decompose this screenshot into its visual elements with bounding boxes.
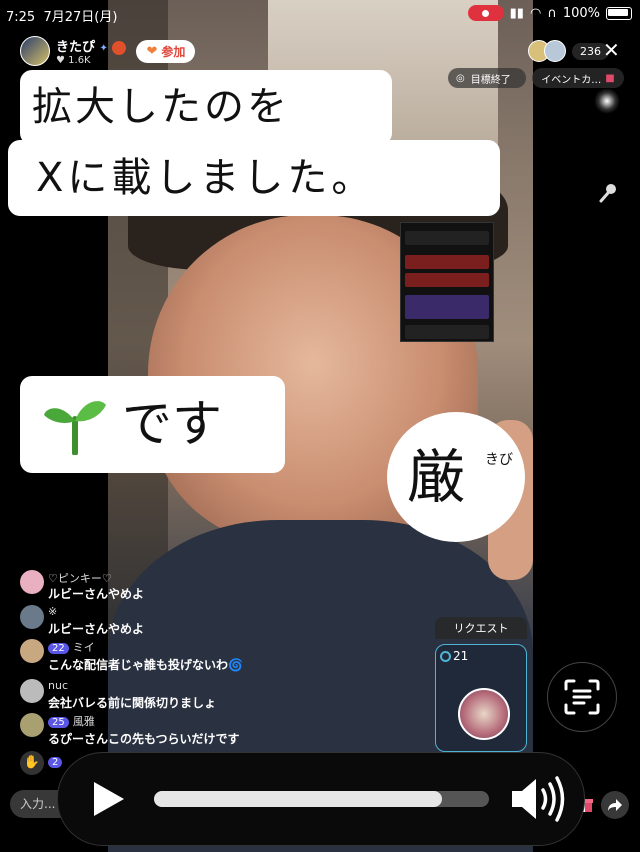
request-card[interactable]: 21: [435, 644, 527, 752]
join-label: 参加: [161, 44, 186, 59]
viewer-list[interactable]: 236: [528, 40, 609, 62]
request-label[interactable]: リクエスト: [435, 617, 527, 639]
recording-indicator: [467, 5, 504, 21]
chat-avatar[interactable]: [20, 713, 44, 737]
heart-icon: ♥: [56, 55, 65, 66]
event-label: イベントカ…: [541, 74, 602, 86]
chat-username: ミイ: [72, 641, 95, 654]
close-icon[interactable]: ✕: [603, 38, 620, 62]
streamer-avatar[interactable]: [20, 36, 50, 66]
share-button[interactable]: [601, 791, 629, 819]
chat-text: ルビーさんやめよ: [48, 622, 145, 636]
chat-avatar[interactable]: [20, 679, 44, 703]
streamer-name: きたぴ: [56, 40, 96, 55]
scan-icon: [564, 679, 600, 715]
overlay-text-line3: です: [20, 376, 285, 473]
play-icon[interactable]: [88, 779, 128, 819]
status-indicators: ▮▮ ◠ ∩ 100%: [467, 5, 632, 21]
share-icon: [608, 799, 622, 811]
status-time: 7:25: [6, 10, 36, 25]
scan-button[interactable]: [547, 662, 617, 732]
chat-avatar[interactable]: [20, 639, 44, 663]
volume-icon[interactable]: [510, 773, 568, 825]
mini-row: [405, 231, 489, 245]
media-player: [57, 752, 585, 846]
wifi-icon: ◠: [529, 5, 542, 21]
mini-row: [405, 255, 489, 269]
overlay-text-desu: です: [122, 395, 222, 453]
mini-screenshot: [400, 222, 494, 342]
signal-icon: ▮▮: [509, 5, 524, 21]
name-seal: 厳 きび: [387, 412, 525, 542]
microphone-icon[interactable]: [598, 182, 618, 204]
status-bar: 7:25 7月27日(月) ▮▮ ◠ ∩ 100%: [0, 0, 640, 28]
seal-signature: きび: [485, 452, 513, 468]
goal-pill[interactable]: ◎ 目標終了: [448, 68, 526, 88]
rank-badge-icon: ✦: [99, 43, 108, 54]
status-datetime: 7:25 7月27日(月): [6, 6, 117, 25]
chat-username: 風雅: [72, 715, 95, 728]
overlay-text-line1: 拡大したのを: [20, 70, 392, 145]
chat-text: こんな配信者じゃ誰も投げないわ🌀: [48, 658, 243, 672]
request-count: 21: [453, 649, 469, 663]
chat-username-row: 25 風雅: [48, 713, 95, 729]
record-dot-icon: [482, 9, 490, 17]
progress-fill: [154, 791, 443, 807]
mini-row: [405, 273, 489, 287]
chat-avatar[interactable]: [20, 605, 44, 629]
chat-username: ※: [48, 605, 58, 618]
sparkle-icon: [594, 88, 620, 114]
chat-username-row: 22 ミイ: [48, 639, 95, 655]
overlay-text-line2: Xに載しました。: [8, 140, 500, 216]
seal-character: 厳: [407, 443, 466, 511]
target-icon: ◎: [456, 72, 465, 84]
level-badge: 2: [48, 757, 63, 768]
join-heart-icon: ❤: [146, 43, 158, 59]
event-pill[interactable]: イベントカ… ■: [532, 68, 624, 88]
chat-username: ♡ピンキー♡: [48, 572, 112, 585]
battery-percent: 100%: [562, 5, 600, 21]
status-date: 7月27日(月): [43, 10, 118, 25]
streamer-header[interactable]: きたぴ ✦ ♥ 1.6K ❤ 参加: [20, 36, 196, 66]
gift-box-icon: ■: [605, 72, 615, 84]
streamer-likes-row: ♥ 1.6K: [56, 55, 126, 66]
chat-text: 会社バレる前に関係切りましょ: [48, 696, 217, 710]
progress-track[interactable]: [154, 791, 489, 807]
chat-text: ルビーさんやめよ: [48, 587, 145, 601]
viewer-avatar[interactable]: [544, 40, 566, 62]
streamer-name-row: きたぴ ✦: [56, 36, 127, 55]
level-badge: 25: [48, 717, 69, 728]
mini-row: [405, 325, 489, 339]
join-button[interactable]: ❤ 参加: [136, 39, 196, 63]
mini-row: [405, 295, 489, 319]
goal-label: 目標終了: [470, 74, 511, 86]
streamer-likes: 1.6K: [68, 55, 91, 66]
ring-icon: [440, 650, 451, 662]
battery-icon: [606, 6, 632, 20]
chat-text: るぴーさんこの先もつらいだけです: [48, 732, 240, 746]
wave-hand-icon[interactable]: ✋: [20, 751, 44, 775]
sprout-icon: [44, 400, 106, 455]
request-count-row: 21: [440, 649, 468, 663]
chat-username: nuc: [48, 679, 68, 692]
request-avatar[interactable]: [458, 688, 510, 740]
chat-username-row: 2: [48, 755, 66, 768]
headphones-icon: ∩: [547, 5, 557, 21]
streamer-info: きたぴ ✦ ♥ 1.6K: [56, 36, 127, 66]
fire-badge-icon: [112, 40, 127, 55]
level-badge: 22: [48, 643, 69, 654]
chat-avatar[interactable]: [20, 570, 44, 594]
